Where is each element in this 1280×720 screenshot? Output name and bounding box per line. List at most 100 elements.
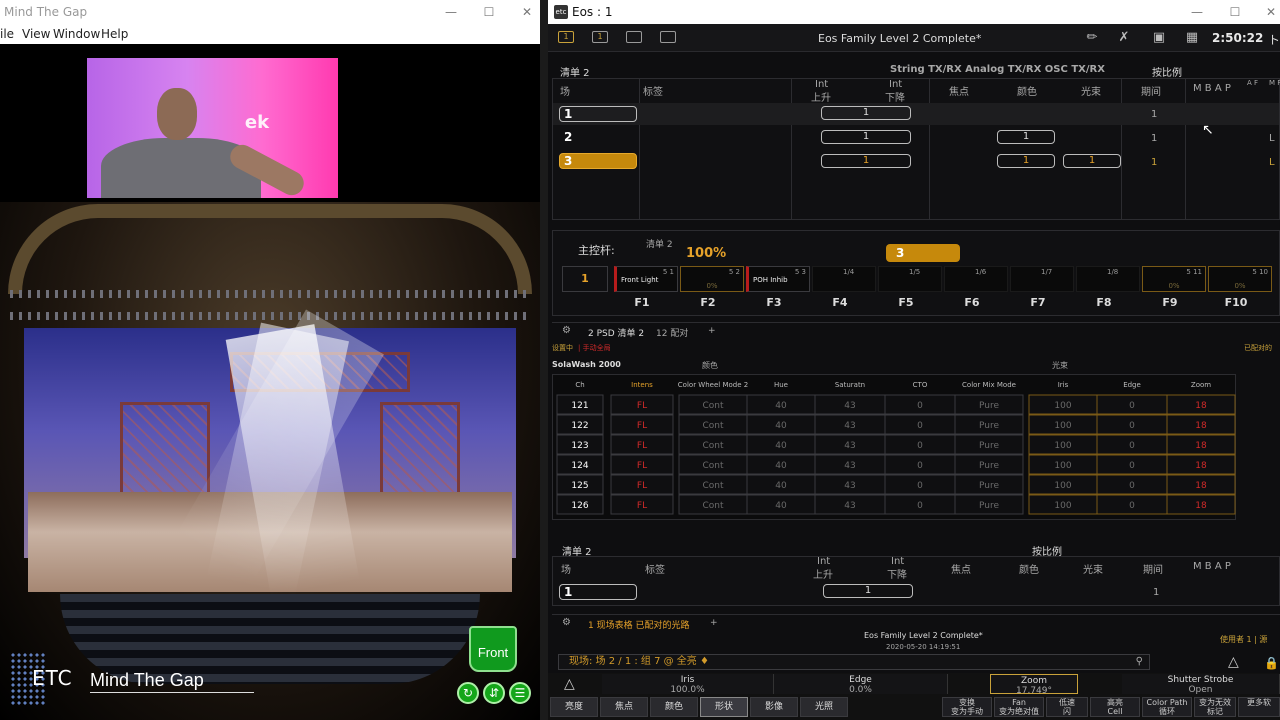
softkey-2[interactable]: Fan 变为绝对值	[994, 697, 1044, 717]
fkey-f9[interactable]: F9	[1150, 296, 1190, 309]
softkey-top: Fan	[1012, 698, 1026, 707]
spreadsheet-cell: 18	[1195, 441, 1207, 451]
cue-color-time[interactable]: 1	[997, 154, 1055, 168]
wand-icon[interactable]: ✏	[1084, 30, 1100, 46]
fader-slot[interactable]: 1/6	[944, 266, 1008, 292]
cue-number[interactable]: 1	[559, 584, 637, 600]
spreadsheet-cell: 0	[1129, 461, 1135, 471]
workspace-1-icon[interactable]: 1	[558, 31, 574, 43]
fkey-f6[interactable]: F6	[952, 296, 992, 309]
camera-icon[interactable]: ▣	[1151, 30, 1167, 46]
category-shape[interactable]: 形状	[700, 697, 748, 717]
tab-strip-bottom: ⚙ 1 现场表格 已配对的光路 +	[552, 614, 1280, 631]
fkey-f10[interactable]: F10	[1216, 296, 1256, 309]
maximize-icon[interactable]: ☐	[480, 3, 498, 21]
swap-icon[interactable]: ⇵	[483, 682, 505, 704]
fkey-f1[interactable]: F1	[622, 296, 662, 309]
category-color[interactable]: 颜色	[650, 697, 698, 717]
left-title-bar[interactable]: Mind The Gap — ☐ ✕	[0, 0, 540, 24]
fkey-f8[interactable]: F8	[1084, 296, 1124, 309]
spreadsheet-cell: 0	[1129, 401, 1135, 411]
category-lighting[interactable]: 光照	[800, 697, 848, 717]
fkey-f7[interactable]: F7	[1018, 296, 1058, 309]
close-icon[interactable]: ✕	[518, 3, 536, 21]
workspace-2-icon[interactable]: 1	[592, 31, 608, 43]
fkey-f2[interactable]: F2	[688, 296, 728, 309]
maximize-icon[interactable]: ☐	[1226, 3, 1244, 21]
fader-slot[interactable]: 5 2 0%	[680, 266, 744, 292]
clock: 2:50:22	[1212, 31, 1264, 45]
theatre-visualization[interactable]	[0, 202, 540, 720]
workspace-3-icon[interactable]	[626, 31, 642, 43]
refresh-icon[interactable]: ↻	[457, 682, 479, 704]
menu-help[interactable]: Help	[101, 27, 128, 41]
triangle-icon[interactable]: △	[1228, 654, 1239, 670]
softkey-3[interactable]: 低速闪	[1046, 697, 1088, 717]
cue-duration: 1	[1153, 587, 1160, 598]
fkey-f3[interactable]: F3	[754, 296, 794, 309]
gear-icon[interactable]: ⚙	[562, 617, 571, 628]
fader-slot[interactable]: 5 3 POH Inhib	[746, 266, 810, 292]
cue-int-up[interactable]: 1	[823, 584, 913, 598]
menu-view[interactable]: View	[22, 27, 50, 41]
front-view-button[interactable]: Front	[469, 626, 517, 672]
cue-number[interactable]: 1	[559, 106, 637, 122]
cue-int-up[interactable]: 1	[821, 106, 911, 120]
workspace-4-icon[interactable]	[660, 31, 676, 43]
lock-icon[interactable]: 🔒	[1264, 656, 1279, 670]
cue-int-up[interactable]: 1	[821, 130, 911, 144]
fader-slot[interactable]: 1/4	[812, 266, 876, 292]
spreadsheet-cell: 0	[1129, 421, 1135, 431]
cue-number[interactable]: 2	[559, 129, 637, 145]
command-line-text: 现场: 场 2 / 1 : 组 7 @ 全亮 ♦	[569, 656, 709, 667]
menu-icon[interactable]: ☰	[509, 682, 531, 704]
fader-slot[interactable]: 1/5	[878, 266, 942, 292]
fkey-f5[interactable]: F5	[886, 296, 926, 309]
menu-file[interactable]: ile	[0, 27, 14, 41]
softkey-more[interactable]: 更多软	[1238, 697, 1280, 717]
close-icon[interactable]: ✕	[1262, 3, 1280, 21]
category-focus[interactable]: 焦点	[600, 697, 648, 717]
encoder-name: Iris	[680, 675, 695, 685]
tab-add[interactable]: +	[710, 618, 718, 628]
wall-logo: ek	[244, 112, 270, 133]
fader-slot[interactable]: 1/7	[1010, 266, 1074, 292]
softkey-1[interactable]: 变换 变为手动	[942, 697, 992, 717]
encoder-zoom[interactable]: Zoom 17.749°	[990, 674, 1078, 696]
minimize-icon[interactable]: —	[442, 3, 460, 21]
softkey-5[interactable]: Color Path 循环	[1142, 697, 1192, 717]
spreadsheet-header: CTO	[913, 381, 928, 389]
encoder-shutter[interactable]: Shutter Strobe Open	[1122, 674, 1280, 695]
minimize-icon[interactable]: —	[1188, 3, 1206, 21]
fader-slot[interactable]: 5 11 0%	[1142, 266, 1206, 292]
grid-icon[interactable]: ▦	[1184, 30, 1200, 46]
search-icon[interactable]: ⚲	[1136, 655, 1143, 669]
tab-live-table[interactable]: 1 现场表格 已配对的光路	[588, 618, 689, 631]
cue-int-up[interactable]: 1	[821, 154, 911, 168]
triangle-icon[interactable]: △	[564, 676, 575, 692]
cue-number-active[interactable]: 3	[559, 153, 637, 169]
menu-window[interactable]: Window	[53, 27, 100, 41]
cue-color-time[interactable]: 1	[997, 130, 1055, 144]
category-intensity[interactable]: 亮度	[550, 697, 598, 717]
tab-psd[interactable]: 2 PSD 清单 2	[588, 326, 644, 339]
softkey-4[interactable]: 高亮 Cell	[1090, 697, 1140, 717]
category-image[interactable]: 影像	[750, 697, 798, 717]
command-line[interactable]: 现场: 场 2 / 1 : 组 7 @ 全亮 ♦ ⚲	[558, 654, 1150, 670]
encoder-iris[interactable]: Iris 100.0%	[602, 674, 774, 695]
fkey-f4[interactable]: F4	[820, 296, 860, 309]
encoder-edge[interactable]: Edge 0.0%	[774, 674, 948, 695]
fader-slot[interactable]: 5 10 0%	[1208, 266, 1272, 292]
bottom-show-date: 2020-05-20 14:19:51	[886, 643, 961, 651]
cue-beam-time[interactable]: 1	[1063, 154, 1121, 168]
softkey-6[interactable]: 变为无效 标记	[1194, 697, 1236, 717]
fader-slot[interactable]: 5 1 Front Light	[614, 266, 678, 292]
tab-add[interactable]: +	[708, 326, 716, 336]
gear-icon[interactable]: ⚙	[562, 325, 571, 336]
xt-icon[interactable]: ✗	[1116, 30, 1132, 46]
current-cue-badge[interactable]: 3	[886, 244, 960, 262]
fader-page[interactable]: 1	[562, 266, 608, 292]
tab-patch[interactable]: 12 配对	[656, 326, 688, 339]
eos-title-bar[interactable]: etc Eos : 1 — ☐ ✕	[548, 0, 1280, 24]
fader-slot[interactable]: 1/8	[1076, 266, 1140, 292]
